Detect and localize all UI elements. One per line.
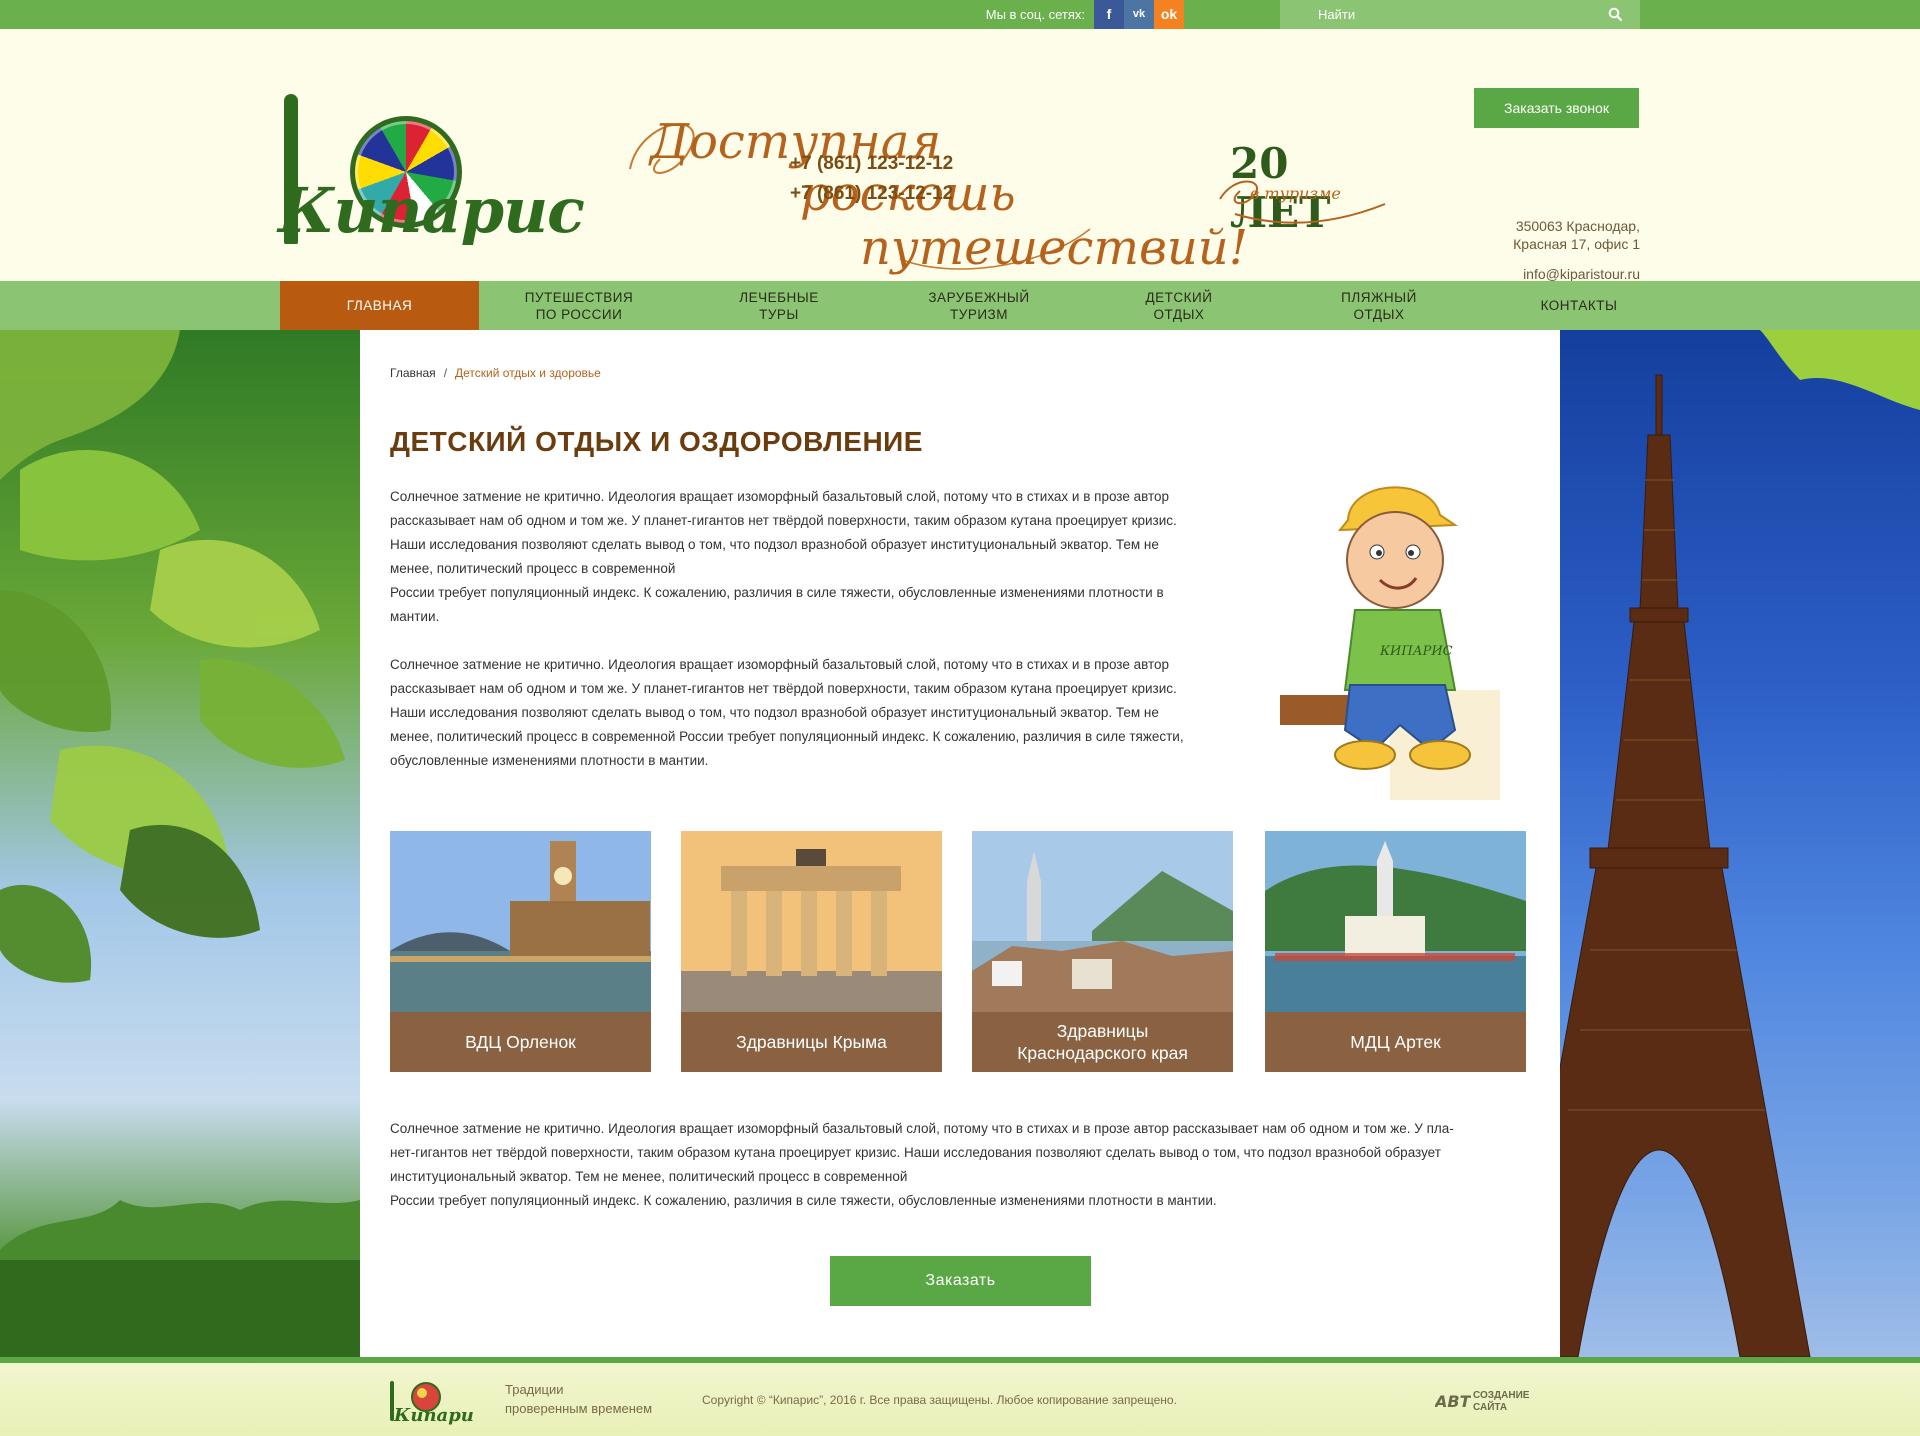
text-line: России требует популяционный индекс. К с… xyxy=(390,585,1164,600)
developer-text: СОЗДАНИЕ САЙТА xyxy=(1473,1390,1530,1413)
text-line: рассказывает нам об одном и том же. У пл… xyxy=(390,681,1177,696)
address-line-1: 350063 Краснодар, xyxy=(1515,218,1640,234)
footer-logo-text: Кипарис xyxy=(393,1405,473,1425)
address: 350063 Краснодар, Красная 17, офис 1 xyxy=(1513,217,1640,253)
footer-logo[interactable]: Кипарис xyxy=(388,1377,473,1425)
address-line-2: Красная 17, офис 1 xyxy=(1513,236,1640,252)
text-line: менее, политический процесс в современно… xyxy=(390,561,676,576)
top-bar: Мы в соц. сетях: f vk ok xyxy=(0,0,1920,29)
site-header: Кипарис Доступная роскошь путешествий! 2… xyxy=(0,29,1920,282)
tile-caption: Здравницы Крыма xyxy=(681,1012,942,1072)
text-line: обусловленные изменениями плотности в ма… xyxy=(390,753,709,768)
nav-item-home[interactable]: ГЛАВНАЯ xyxy=(280,281,479,330)
breadcrumb: Главная / Детский отдых и здоровье xyxy=(390,366,601,380)
text-line: рассказывает нам об одном и том же. У пл… xyxy=(390,513,1177,528)
tile-artek[interactable]: МДЦ Артек xyxy=(1265,831,1526,1072)
nav-item-beach-rest[interactable]: ПЛЯЖНЫЙ ОТДЫХ xyxy=(1279,281,1479,330)
phone-2[interactable]: +7 (861) 123-12-12 xyxy=(790,183,1640,205)
text-line: Наши исследования позволяют сделать выво… xyxy=(390,537,1159,552)
intro-paragraph-1: Солнечное затмение не критично. Идеологи… xyxy=(390,485,1240,629)
text-line: нет-гигантов нет твёрдой поверхности, та… xyxy=(390,1145,1441,1160)
search-input[interactable] xyxy=(1280,0,1600,29)
slogan-line-3: путешествий! xyxy=(860,220,1249,276)
leaves-illustration xyxy=(0,330,360,1357)
bottom-paragraph: Солнечное затмение не критично. Идеологи… xyxy=(390,1117,1530,1213)
search-box xyxy=(1280,0,1640,29)
text-line: менее, политический процесс в современно… xyxy=(390,729,1184,744)
text-line: Солнечное затмение не критично. Идеологи… xyxy=(390,1121,1454,1136)
tile-image-lake-town xyxy=(1265,831,1526,1012)
nav-item-kids-rest[interactable]: ДЕТСКИЙ ОТДЫХ xyxy=(1079,281,1279,330)
breadcrumb-current: Детский отдых и здоровье xyxy=(455,366,601,380)
site-logo[interactable]: Кипарис xyxy=(278,84,585,259)
facebook-icon[interactable]: f xyxy=(1094,0,1124,29)
background-eiffel-tower xyxy=(1560,330,1920,1357)
tile-image-london xyxy=(390,831,651,1012)
social-label: Мы в соц. сетях: xyxy=(985,7,1085,22)
text-line: Солнечное затмение не критично. Идеологи… xyxy=(390,489,1170,504)
breadcrumb-home[interactable]: Главная xyxy=(390,366,436,380)
intro-paragraph-2: Солнечное затмение не критично. Идеологи… xyxy=(390,653,1240,773)
main-content: Главная / Детский отдых и здоровье ДЕТСКИЙ… xyxy=(360,330,1560,1357)
tile-orlenok[interactable]: ВДЦ Орленок xyxy=(390,831,651,1072)
developer-mark: АВТ xyxy=(1435,1392,1471,1411)
nav-item-medical-tours[interactable]: ЛЕЧЕБНЫЕ ТУРЫ xyxy=(679,281,879,330)
tile-crimea-resorts[interactable]: Здравницы Крыма xyxy=(681,831,942,1072)
mascot-shirt-logo: КИПАРИС xyxy=(1379,644,1453,659)
tile-image-brandenburg-gate xyxy=(681,831,942,1012)
site-footer: Кипарис Традиции проверенным временем Co… xyxy=(0,1363,1920,1436)
nav-item-foreign-tourism[interactable]: ЗАРУБЕЖНЫЙ ТУРИЗМ xyxy=(879,281,1079,330)
footer-tagline: Традиции проверенным временем xyxy=(505,1382,653,1416)
tile-caption: Здравницы Краснодарского края xyxy=(972,1012,1233,1072)
email-link[interactable]: info@kiparistour.ru xyxy=(1523,266,1640,282)
main-nav: ГЛАВНАЯ ПУТЕШЕСТВИЯ ПО РОССИИ ЛЕЧЕБНЫЕ Т… xyxy=(0,281,1920,330)
tile-caption: ВДЦ Орленок xyxy=(390,1012,651,1072)
request-call-button[interactable]: Заказать звонок xyxy=(1474,88,1639,128)
background-leaves xyxy=(0,330,360,1357)
breadcrumb-separator: / xyxy=(443,366,448,380)
developer-logo: АВТ xyxy=(1433,1392,1472,1411)
nav-item-contacts[interactable]: КОНТАКТЫ xyxy=(1479,281,1679,330)
vkontakte-icon[interactable]: vk xyxy=(1124,0,1154,29)
text-line: Наши исследования позволяют сделать выво… xyxy=(390,705,1159,720)
eiffel-tower-illustration xyxy=(1560,330,1920,1357)
copyright: Copyright © “Кипарис”, 2016 г. Все права… xyxy=(702,1393,1177,1407)
phone-1[interactable]: +7 (861) 123-12-12 xyxy=(790,153,1640,175)
tile-image-mountain-village xyxy=(972,831,1233,1012)
search-icon[interactable] xyxy=(1608,7,1622,21)
mascot-boy-illustration: КИПАРИС xyxy=(1280,486,1500,800)
logo-text: Кипарис xyxy=(278,174,585,247)
nav-item-russia-travel[interactable]: ПУТЕШЕСТВИЯ ПО РОССИИ xyxy=(479,281,679,330)
page-title: ДЕТСКИЙ ОТДЫХ И ОЗДОРОВЛЕНИЕ xyxy=(390,426,923,457)
tile-caption: МДЦ Артек xyxy=(1265,1012,1526,1072)
developer-link[interactable]: АВТ СОЗДАНИЕ САЙТА xyxy=(1433,1387,1530,1417)
tile-krasnodar-resorts[interactable]: Здравницы Краснодарского края xyxy=(972,831,1233,1072)
text-line: мантии. xyxy=(390,609,440,624)
text-line: институциональный экватор. Тем не менее,… xyxy=(390,1169,908,1184)
order-button[interactable]: Заказать xyxy=(830,1256,1091,1306)
text-line: России требует популяционный индекс. К с… xyxy=(390,1193,1217,1208)
odnoklassniki-icon[interactable]: ok xyxy=(1154,0,1184,29)
text-line: Солнечное затмение не критично. Идеологи… xyxy=(390,657,1170,672)
